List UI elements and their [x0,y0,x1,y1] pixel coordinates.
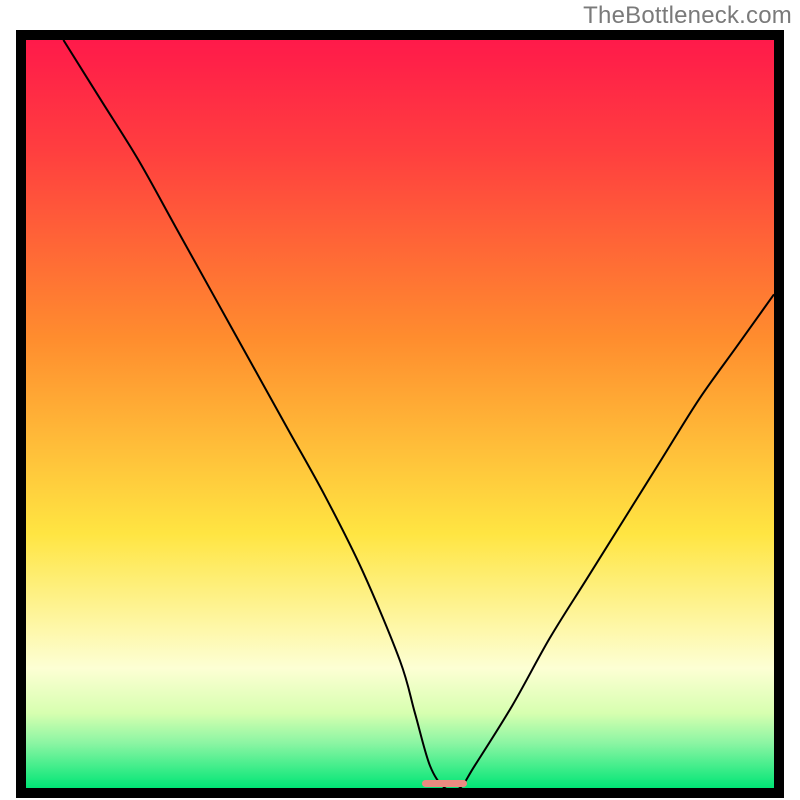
optimal-marker [422,780,467,787]
chart-container: TheBottleneck.com [0,0,800,800]
watermark-text: TheBottleneck.com [583,2,792,30]
plot-area [26,40,774,788]
bottleneck-curve [26,40,774,788]
chart-frame [16,30,784,798]
